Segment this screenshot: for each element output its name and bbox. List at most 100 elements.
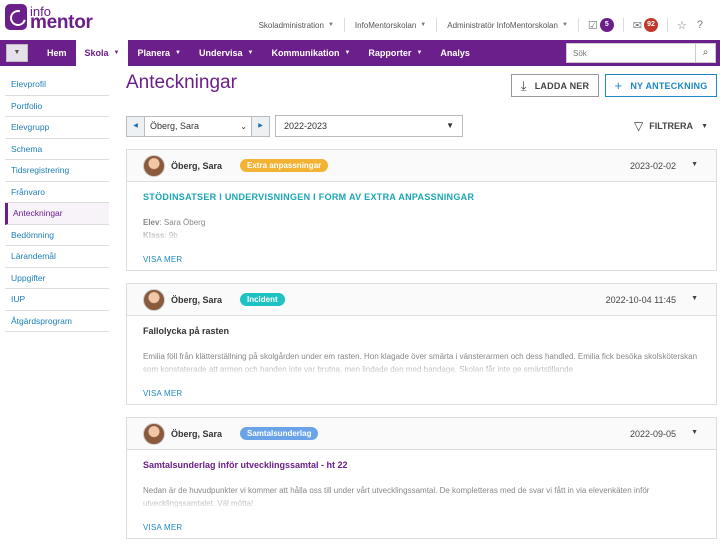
sidebar-item-iup[interactable]: IUP	[5, 289, 109, 311]
nav-item-planera[interactable]: Planera ▼	[128, 40, 189, 66]
infomentor-logo[interactable]: info mentor	[5, 4, 93, 33]
show-more-link[interactable]: VISA MER	[143, 523, 700, 532]
note-excerpt: Nedan är de huvudpunkter vi kommer att h…	[143, 484, 700, 510]
next-student-button[interactable]: ▶	[252, 117, 269, 136]
school-year-dropdown[interactable]: 2022-2023 ▼	[275, 115, 463, 137]
new-note-button[interactable]: + NY ANTECKNING	[605, 74, 717, 97]
nav-item-kommunikation[interactable]: Kommunikation ▼	[262, 40, 359, 66]
download-button[interactable]: ⤓ LADDA NER	[511, 74, 599, 97]
sidebar-item-schema[interactable]: Schema	[5, 139, 109, 160]
top-nav: Skoladministration ▼ InfoMentorskolan ▼ Ad…	[253, 18, 708, 32]
notifications-badge: 5	[599, 18, 614, 32]
chevron-down-icon: ▼	[13, 49, 21, 56]
note-author: Öberg, Sara	[171, 295, 223, 305]
note-card: Öberg, Sara Incident 2022-10-04 11:45 ▼ …	[126, 283, 717, 405]
sidebar-item-elevgrupp[interactable]: Elevgrupp	[5, 117, 109, 139]
nav-item-rapporter[interactable]: Rapporter ▼	[359, 40, 431, 66]
note-date: 2023-02-02	[629, 161, 676, 171]
chevron-down-icon: ▼	[561, 22, 568, 28]
mail-icon: ✉	[632, 19, 642, 32]
sidebar: Elevprofil Portfolio Elevgrupp Schema Ti…	[5, 74, 109, 332]
chevron-down-icon: ▼	[247, 50, 254, 56]
note-author: Öberg, Sara	[171, 429, 223, 439]
note-card-header[interactable]: Öberg, Sara Samtalsunderlag 2022-09-05 ▼	[127, 418, 716, 450]
chevron-right-icon: ▶	[258, 123, 263, 129]
school-admin-dropdown[interactable]: Skoladministration ▼	[259, 21, 334, 30]
show-more-link[interactable]: VISA MER	[143, 389, 700, 398]
sidebar-item-elevprofil[interactable]: Elevprofil	[5, 74, 109, 96]
sidebar-item-atgardsprogram[interactable]: Åtgärdsprogram	[5, 311, 109, 332]
chevron-left-icon: ◀	[133, 123, 138, 129]
chevron-down-icon: ⌄	[240, 122, 247, 131]
menu-toggle-button[interactable]: ▼	[6, 44, 28, 62]
user-dropdown[interactable]: Administratör InfoMentorskolan ▼	[447, 21, 568, 30]
chevron-down-icon: ▼	[446, 121, 454, 130]
show-more-link[interactable]: VISA MER	[143, 255, 700, 264]
chevron-down-icon: ▼	[113, 50, 120, 56]
note-card-header[interactable]: Öberg, Sara Extra anpassningar 2023-02-0…	[127, 150, 716, 182]
search-input[interactable]	[567, 44, 691, 62]
note-date: 2022-10-04 11:45	[605, 295, 676, 305]
notifications-button[interactable]: ☑ 5	[588, 18, 614, 32]
chevron-down-icon: ▼	[327, 22, 334, 28]
chevron-down-icon[interactable]: ▼	[691, 161, 698, 168]
download-icon: ⤓	[520, 77, 527, 93]
star-icon: ☆	[677, 19, 687, 32]
sidebar-item-franvaro[interactable]: Frånvaro	[5, 182, 109, 203]
chevron-down-icon: ▼	[344, 50, 351, 56]
chevron-down-icon[interactable]: ▼	[691, 295, 698, 302]
sidebar-item-portfolio[interactable]: Portfolio	[5, 96, 109, 117]
chevron-down-icon: ▼	[420, 22, 427, 28]
chevron-down-icon: ▼	[175, 50, 181, 56]
avatar	[143, 289, 165, 311]
previous-student-button[interactable]: ◀	[127, 117, 144, 136]
note-category-badge: Samtalsunderlag	[240, 427, 319, 440]
note-card-header[interactable]: Öberg, Sara Incident 2022-10-04 11:45 ▼	[127, 284, 716, 316]
sidebar-item-bedomning[interactable]: Bedömning	[5, 225, 109, 246]
note-card-body: Samtalsunderlag inför utvecklingssamtal …	[127, 450, 716, 532]
sidebar-item-larandemal[interactable]: Lärandemål	[5, 246, 109, 268]
school-dropdown[interactable]: InfoMentorskolan ▼	[355, 21, 426, 30]
divider	[667, 18, 668, 32]
favorites-button[interactable]: ☆	[677, 19, 687, 32]
main-nav-items: Hem Skola ▼ Planera ▼ Undervisa ▼ Kommunika…	[38, 40, 479, 66]
mail-badge: 92	[644, 18, 658, 32]
nav-item-analys[interactable]: Analys	[431, 40, 479, 66]
note-excerpt: Elev: Sara Öberg Klass: 9b	[143, 216, 700, 242]
filter-button[interactable]: ▽ FILTRERA ▼	[634, 119, 708, 133]
note-title: Fallolycka på rasten	[143, 326, 230, 336]
note-author: Öberg, Sara	[171, 161, 223, 171]
note-title: Samtalsunderlag inför utvecklingssamtal …	[143, 460, 348, 470]
chevron-down-icon[interactable]: ▼	[691, 429, 698, 436]
student-selector: ◀ Öberg, Sara ⌄ ▶	[126, 116, 270, 137]
sidebar-item-tidsregistrering[interactable]: Tidsregistrering	[5, 160, 109, 182]
note-card: Öberg, Sara Samtalsunderlag 2022-09-05 ▼…	[126, 417, 717, 539]
search-icon[interactable]: ⌕	[695, 44, 715, 62]
filter-icon: ▽	[634, 119, 644, 133]
nav-item-hem[interactable]: Hem	[38, 40, 76, 66]
chevron-down-icon: ▼	[701, 122, 708, 130]
logo-text-mentor: mentor	[30, 12, 93, 33]
note-title: STÖDINSATSER I UNDERVISNINGEN I FORM AV …	[143, 192, 475, 202]
sidebar-item-uppgifter[interactable]: Uppgifter	[5, 268, 109, 289]
help-button[interactable]: ?	[697, 19, 703, 31]
page-title: Anteckningar	[126, 72, 237, 93]
note-date: 2022-09-05	[629, 429, 676, 439]
student-dropdown[interactable]: Öberg, Sara ⌄	[144, 117, 252, 136]
note-card-body: STÖDINSATSER I UNDERVISNINGEN I FORM AV …	[127, 182, 716, 264]
plus-icon: +	[614, 78, 623, 93]
search-box: ⌕	[566, 43, 716, 63]
nav-item-undervisa[interactable]: Undervisa ▼	[190, 40, 262, 66]
divider	[622, 18, 624, 32]
mail-button[interactable]: ✉ 92	[633, 18, 658, 32]
help-icon: ?	[696, 19, 703, 31]
nav-item-skola[interactable]: Skola ▼	[75, 40, 129, 66]
logo-icon	[5, 4, 27, 30]
note-card: Öberg, Sara Extra anpassningar 2023-02-0…	[126, 149, 717, 271]
divider	[577, 18, 579, 32]
top-bar: info mentor Skoladministration ▼ InfoMent…	[0, 0, 720, 40]
note-card-body: Fallolycka på rasten Emilia föll från kl…	[127, 316, 716, 398]
sidebar-item-anteckningar[interactable]: Anteckningar	[5, 203, 109, 225]
avatar	[143, 423, 165, 445]
note-category-badge: Extra anpassningar	[240, 159, 329, 172]
